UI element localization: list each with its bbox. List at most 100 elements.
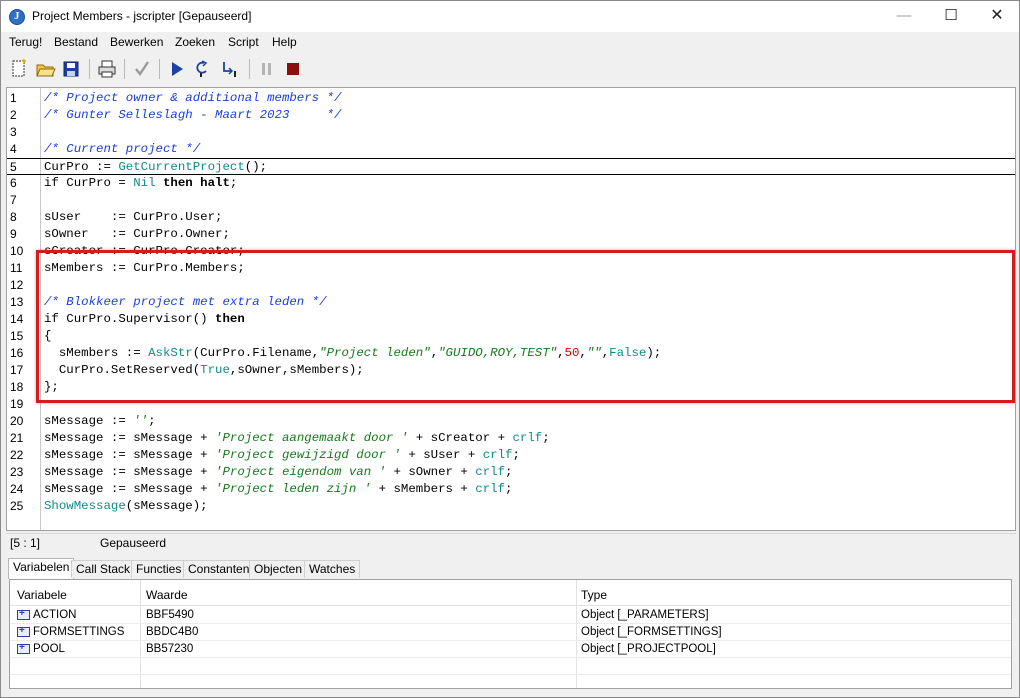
code-line[interactable]: 4 /* Current project */ [7, 141, 1015, 158]
code-line[interactable]: 1 /* Project owner & additional members *… [7, 90, 1015, 107]
code-line[interactable]: 5 CurPro := GetCurrentProject(); [7, 158, 1015, 175]
code-text[interactable]: sMessage := sMessage + 'Project aangemaa… [44, 430, 550, 447]
line-number[interactable]: 9 [10, 226, 38, 243]
column-header-type[interactable]: Type [581, 588, 607, 602]
tab-call-stack[interactable]: Call Stack [71, 560, 136, 578]
line-number[interactable]: 16 [10, 345, 38, 362]
table-row[interactable]: FORMSETTINGS BBDC4B0 Object [_FORMSETTIN… [10, 624, 1011, 641]
menu-bewerken[interactable]: Bewerken [110, 35, 163, 49]
check-syntax-button[interactable] [131, 58, 153, 80]
tab-watches[interactable]: Watches [304, 560, 361, 578]
code-line[interactable]: 20 sMessage := ''; [7, 413, 1015, 430]
code-text[interactable]: CurPro := GetCurrentProject(); [44, 159, 267, 176]
code-text[interactable]: sMessage := sMessage + 'Project leden zi… [44, 481, 512, 498]
column-header-waarde[interactable]: Waarde [146, 588, 188, 602]
line-number[interactable]: 3 [10, 124, 38, 141]
object-expand-icon[interactable] [17, 642, 30, 654]
code-text[interactable]: sUser := CurPro.User; [44, 209, 222, 226]
new-file-button[interactable] [8, 58, 30, 80]
line-number[interactable]: 8 [10, 209, 38, 226]
maximize-button[interactable]: ☐ [928, 1, 974, 32]
tab-constanten[interactable]: Constanten [183, 560, 255, 578]
line-number[interactable]: 6 [10, 175, 38, 192]
line-number[interactable]: 23 [10, 464, 38, 481]
stop-button[interactable] [282, 58, 304, 80]
code-editor[interactable]: 1 /* Project owner & additional members *… [6, 87, 1016, 531]
object-expand-icon[interactable] [17, 625, 30, 637]
tab-objecten[interactable]: Objecten [249, 560, 308, 578]
code-line[interactable]: 25 ShowMessage(sMessage); [7, 498, 1015, 515]
step-over-button[interactable] [191, 58, 213, 80]
variable-name: FORMSETTINGS [33, 626, 125, 638]
application-window: Project Members - jscripter [Gepauseerd]… [0, 0, 1020, 698]
print-button[interactable] [96, 58, 118, 80]
save-button[interactable] [60, 58, 82, 80]
line-number[interactable]: 25 [10, 498, 38, 515]
jscripter-app-icon[interactable] [9, 9, 25, 25]
line-number[interactable]: 17 [10, 362, 38, 379]
column-header-variabele[interactable]: Variabele [17, 588, 67, 602]
close-button[interactable]: ✕ [974, 1, 1020, 32]
code-text[interactable]: /* Current project */ [44, 141, 200, 158]
code-line[interactable]: 2 /* Gunter Selleslagh - Maart 2023 */ [7, 107, 1015, 124]
line-number[interactable]: 19 [10, 396, 38, 413]
code-line[interactable]: 22 sMessage := sMessage + 'Project gewijz… [7, 447, 1015, 464]
line-number[interactable]: 11 [10, 260, 38, 277]
line-number[interactable]: 5 [10, 159, 38, 176]
tab-variabelen[interactable]: Variabelen [8, 558, 75, 579]
code-line[interactable]: 6 if CurPro = Nil then halt; [7, 175, 1015, 192]
code-text[interactable]: sOwner := CurPro.Owner; [44, 226, 230, 243]
line-number[interactable]: 12 [10, 277, 38, 294]
line-number[interactable]: 20 [10, 413, 38, 430]
title-bar[interactable]: Project Members - jscripter [Gepauseerd]… [1, 1, 1019, 32]
menu-zoeken[interactable]: Zoeken [175, 35, 215, 49]
code-text[interactable]: sMessage := ''; [44, 413, 156, 430]
code-text[interactable]: if CurPro = Nil then halt; [44, 175, 237, 192]
line-number[interactable]: 2 [10, 107, 38, 124]
line-number[interactable]: 24 [10, 481, 38, 498]
run-button[interactable] [166, 58, 188, 80]
code-text[interactable]: sMessage := sMessage + 'Project eigendom… [44, 464, 512, 481]
line-number[interactable]: 13 [10, 294, 38, 311]
line-number[interactable]: 21 [10, 430, 38, 447]
code-line[interactable]: 23 sMessage := sMessage + 'Project eigend… [7, 464, 1015, 481]
open-button[interactable] [34, 58, 56, 80]
variable-value: BB57230 [146, 643, 194, 655]
line-number[interactable]: 7 [10, 192, 38, 209]
line-number[interactable]: 10 [10, 243, 38, 260]
code-line[interactable]: 24 sMessage := sMessage + 'Project leden … [7, 481, 1015, 498]
code-text[interactable]: /* Gunter Selleslagh - Maart 2023 */ [44, 107, 341, 124]
code-line[interactable]: 21 sMessage := sMessage + 'Project aangem… [7, 430, 1015, 447]
menu-terug[interactable]: Terug! [9, 35, 42, 49]
code-line[interactable]: 9 sOwner := CurPro.Owner; [7, 226, 1015, 243]
line-number[interactable]: 14 [10, 311, 38, 328]
check-icon [135, 61, 149, 77]
object-expand-icon[interactable] [17, 608, 30, 620]
tab-functies[interactable]: Functies [131, 560, 187, 578]
line-number[interactable]: 1 [10, 90, 38, 107]
step-into-icon [223, 62, 236, 77]
code-line[interactable]: 7 [7, 192, 1015, 209]
table-row[interactable]: ACTION BBF5490 Object [_PARAMETERS] [10, 607, 1011, 624]
minimize-button[interactable]: — [881, 1, 927, 32]
run-icon [172, 62, 183, 76]
code-text[interactable]: /* Project owner & additional members */ [44, 90, 341, 107]
window-title: Project Members - jscripter [Gepauseerd] [32, 9, 252, 23]
line-number[interactable]: 15 [10, 328, 38, 345]
table-row[interactable]: POOL BB57230 Object [_PROJECTPOOL] [10, 641, 1011, 658]
code-text[interactable]: sMessage := sMessage + 'Project gewijzig… [44, 447, 520, 464]
code-line[interactable]: 3 [7, 124, 1015, 141]
menu-bestand[interactable]: Bestand [54, 35, 98, 49]
menu-script[interactable]: Script [228, 35, 259, 49]
pause-button[interactable] [256, 58, 278, 80]
print-icon [98, 60, 116, 78]
line-number[interactable]: 4 [10, 141, 38, 158]
step-into-button[interactable] [219, 58, 241, 80]
line-number[interactable]: 22 [10, 447, 38, 464]
line-number[interactable]: 18 [10, 379, 38, 396]
variable-value: BBF5490 [146, 609, 194, 621]
variables-grid[interactable]: Variabele Waarde Type ACTION BBF5490 Obj… [9, 579, 1012, 689]
code-line[interactable]: 8 sUser := CurPro.User; [7, 209, 1015, 226]
menu-help[interactable]: Help [272, 35, 297, 49]
code-text[interactable]: ShowMessage(sMessage); [44, 498, 208, 515]
